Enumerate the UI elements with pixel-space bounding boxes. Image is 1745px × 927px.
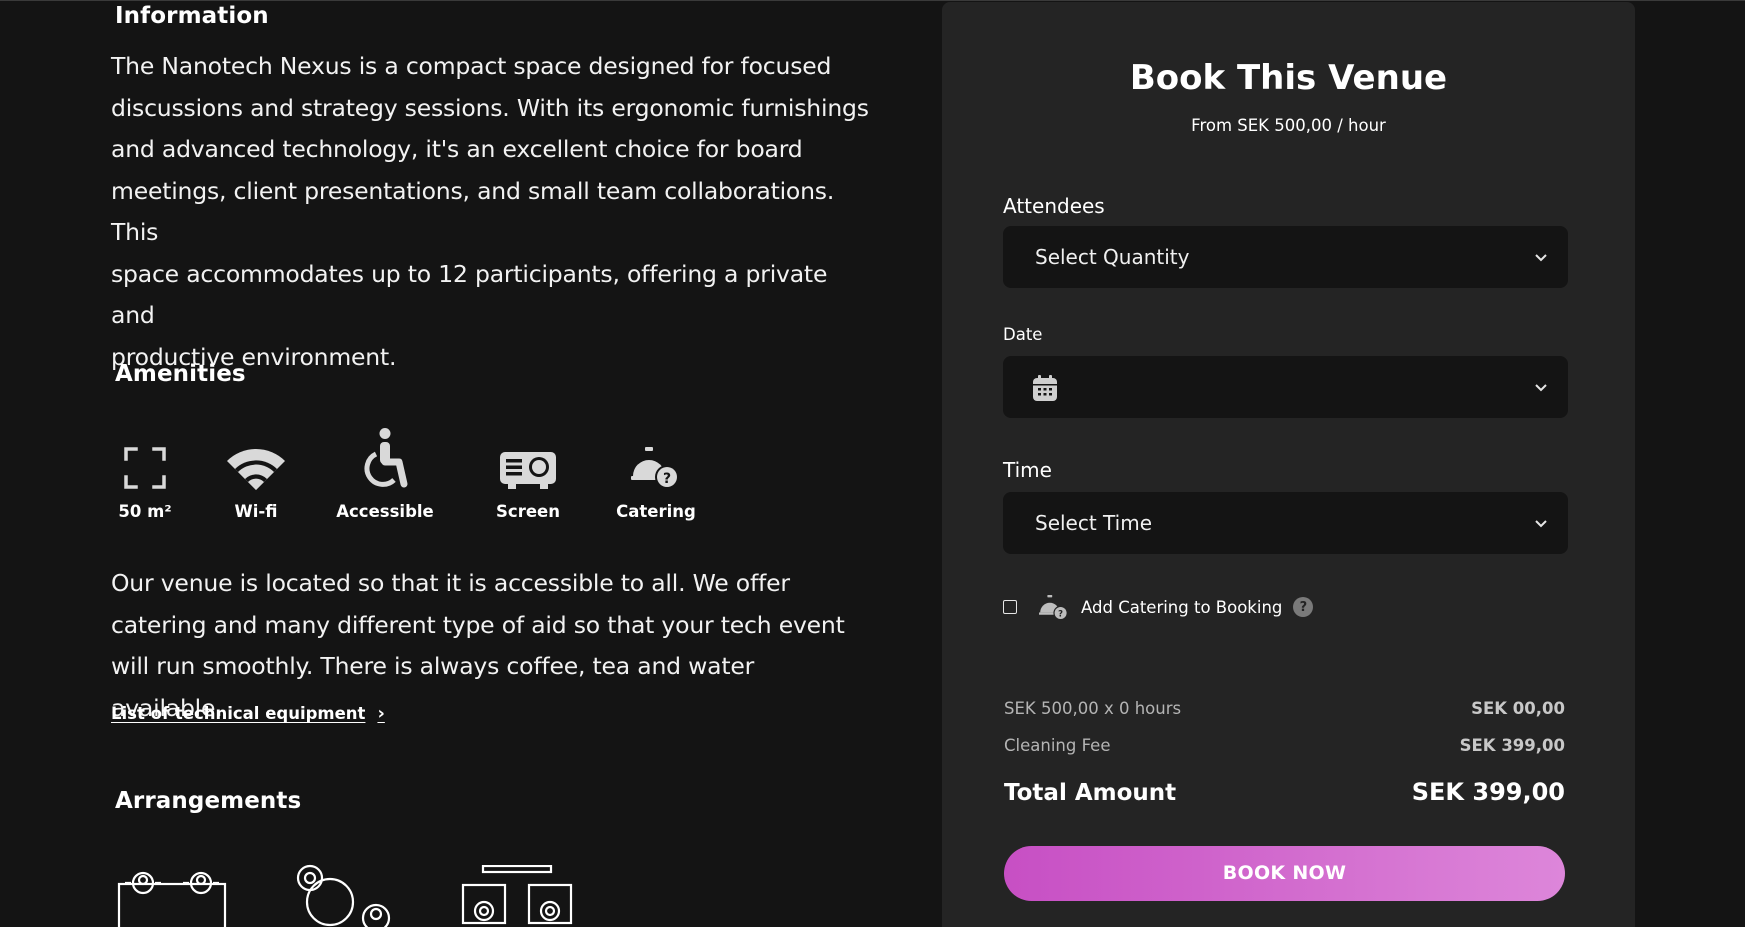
time-select[interactable]: Select Time [1003,492,1568,554]
amenity-catering: ? Catering [601,420,711,526]
svg-text:?: ? [1058,609,1063,619]
amenities-heading: Amenities [115,361,246,387]
information-line: and advanced technology, it's an excelle… [111,135,803,163]
projector-icon [500,452,556,489]
boardroom-arrangement-icon [117,871,227,927]
time-label: Time [1003,458,1052,482]
information-line: meetings, client presentations, and smal… [111,176,835,247]
chevron-right-icon: › [377,703,385,724]
information-heading: Information [115,3,269,29]
amenities-line: catering and many different type of aid … [111,610,845,639]
cleaning-fee-amount: SEK 399,00 [1459,736,1565,755]
information-text: The Nanotech Nexus is a compact space de… [111,46,871,378]
information-line: The Nanotech Nexus is a compact space de… [111,52,832,80]
information-line: discussions and strategy sessions. With … [111,93,869,122]
catering-label: Add Catering to Booking [1081,597,1283,617]
booking-panel: Book This Venue From SEK 500,00 / hour A… [942,2,1635,927]
catering-checkbox[interactable] [1003,600,1017,614]
date-select[interactable] [1003,356,1568,418]
wheelchair-icon [364,428,408,488]
information-line: space accommodates up to 12 participants… [111,259,828,330]
amenity-accessible: Accessible [330,420,440,526]
svg-text:?: ? [663,471,671,487]
amenity-label: Accessible [336,502,434,521]
price-per-hour: From SEK 500,00 / hour [1191,116,1386,135]
amenities-line: Our venue is located so that it is acces… [111,569,790,597]
book-now-button[interactable]: BOOK NOW [1004,846,1565,901]
chevron-down-icon [1535,384,1547,392]
arrangements-heading: Arrangements [115,788,302,814]
wifi-icon [227,448,285,490]
area-icon [124,447,166,489]
rate-description: SEK 500,00 x 0 hours [1004,699,1182,718]
venue-details: Information The Nanotech Nexus is a comp… [0,0,942,927]
rate-line: SEK 500,00 x 0 hours SEK 00,00 [1004,699,1565,718]
total-label: Total Amount [1004,780,1177,806]
technical-equipment-label: List of technical equipment [111,704,366,723]
calendar-icon [1033,375,1057,401]
catering-icon: ? [631,447,679,489]
attendees-value: Select Quantity [1035,245,1190,269]
roundtable-arrangement-icon [296,864,391,927]
help-icon[interactable]: ? [1293,597,1314,617]
catering-option: ? Add Catering to Booking ? [1003,587,1314,627]
chevron-down-icon [1535,254,1547,262]
attendees-select[interactable]: Select Quantity [1003,226,1568,288]
amenity-screen: Screen [473,420,583,526]
catering-icon: ? [1039,595,1068,621]
amenity-label: Catering [616,502,696,521]
chevron-down-icon [1535,520,1547,528]
attendees-label: Attendees [1003,194,1105,218]
technical-equipment-link[interactable]: List of technical equipment › [111,703,385,724]
amenity-label: Wi-fi [234,502,278,521]
cleaning-fee-line: Cleaning Fee SEK 399,00 [1004,736,1565,755]
booking-title: Book This Venue [1129,58,1448,98]
total-amount: SEK 399,00 [1411,778,1565,806]
amenity-wifi: Wi-fi [201,420,311,526]
rate-amount: SEK 00,00 [1471,699,1565,718]
classroom-arrangement-icon [461,865,573,925]
date-label: Date [1003,325,1043,344]
total-line: Total Amount SEK 399,00 [1004,778,1565,806]
cleaning-fee-label: Cleaning Fee [1004,736,1111,755]
time-value: Select Time [1035,511,1153,535]
